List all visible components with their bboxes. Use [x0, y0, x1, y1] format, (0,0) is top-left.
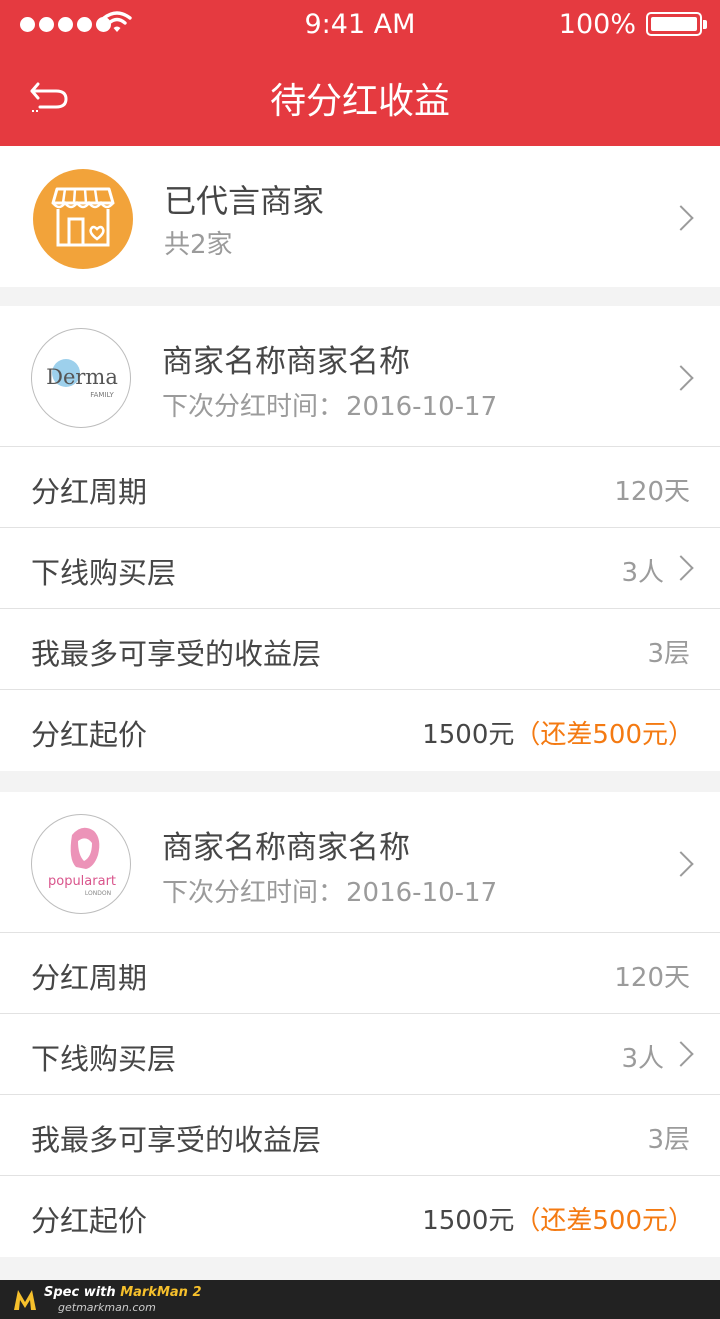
- row-label: 分红起价: [31, 1204, 148, 1238]
- row-value: 1500元（还差500元）: [422, 1200, 694, 1237]
- merchant-logo: popularart LONDON: [31, 814, 131, 914]
- date-value: 2016-10-17: [346, 392, 498, 422]
- battery-icon: [646, 12, 707, 36]
- merchant-logo-sub: LONDON: [85, 890, 111, 897]
- row-value: 120天: [614, 477, 690, 507]
- chevron-right-icon: [672, 1040, 690, 1070]
- row-threshold: 分红起价 1500元（还差500元）: [0, 690, 720, 771]
- page-title: 待分红收益: [269, 81, 450, 122]
- row-label: 我最多可享受的收益层: [31, 637, 322, 671]
- date-label: 下次分红时间：: [162, 878, 345, 908]
- agent-count: 共2家: [164, 230, 233, 260]
- threshold-amount: 1500元: [422, 720, 515, 750]
- merchant-header[interactable]: popularart LONDON 商家名称商家名称 下次分红时间：2016-1…: [0, 792, 720, 933]
- row-label: 分红起价: [31, 718, 148, 752]
- threshold-note: （还差500元）: [514, 1206, 694, 1236]
- row-label: 我最多可享受的收益层: [31, 1123, 322, 1157]
- row-value: 3人: [621, 558, 664, 588]
- next-dividend-date: 下次分红时间：2016-10-17: [162, 872, 497, 909]
- chevron-right-icon: [672, 850, 690, 880]
- threshold-note: （还差500元）: [514, 720, 694, 750]
- merchant-header[interactable]: Derma FAMILY 商家名称商家名称 下次分红时间：2016-10-17: [0, 306, 720, 447]
- brand-name: MarkMan 2: [120, 1285, 202, 1300]
- merchant-name: 商家名称商家名称: [162, 830, 410, 866]
- row-value: 3层: [647, 1125, 690, 1155]
- merchant-card: popularart LONDON 商家名称商家名称 下次分红时间：2016-1…: [0, 792, 720, 1257]
- merchant-name: 商家名称商家名称: [162, 344, 410, 380]
- row-label: 下线购买层: [31, 556, 177, 590]
- markman-footer: Spec with MarkMan 2 getmarkman.com: [0, 1280, 720, 1319]
- merchant-card: Derma FAMILY 商家名称商家名称 下次分红时间：2016-10-17 …: [0, 306, 720, 771]
- row-value: 1500元（还差500元）: [422, 714, 694, 751]
- date-label: 下次分红时间：: [162, 392, 345, 422]
- row-threshold: 分红起价 1500元（还差500元）: [0, 1176, 720, 1257]
- row-label: 分红周期: [31, 475, 148, 509]
- merchant-logo-text: Derma: [46, 365, 118, 389]
- row-label: 分红周期: [31, 961, 148, 995]
- threshold-amount: 1500元: [422, 1206, 515, 1236]
- row-downline[interactable]: 下线购买层 3人: [0, 1014, 720, 1095]
- row-value: 3人: [621, 1044, 664, 1074]
- battery-percent: 100%: [558, 9, 636, 40]
- store-avatar: [33, 169, 133, 269]
- row-max-layer: 我最多可享受的收益层 3层: [0, 1095, 720, 1176]
- row-label: 下线购买层: [31, 1042, 177, 1076]
- row-downline[interactable]: 下线购买层 3人: [0, 528, 720, 609]
- row-max-layer: 我最多可享受的收益层 3层: [0, 609, 720, 690]
- markman-url: getmarkman.com: [58, 1301, 156, 1314]
- next-dividend-date: 下次分红时间：2016-10-17: [162, 386, 497, 423]
- markman-logo-icon: [14, 1290, 36, 1310]
- chevron-right-icon: [672, 554, 690, 584]
- row-dividend-period: 分红周期 120天: [0, 933, 720, 1014]
- store-icon: [51, 187, 115, 247]
- merchant-logo-text: popularart: [48, 874, 116, 889]
- agent-summary-card[interactable]: 已代言商家 共2家: [0, 146, 720, 287]
- chevron-right-icon: [672, 204, 690, 234]
- row-value: 120天: [614, 963, 690, 993]
- brand-prefix: Spec with: [44, 1285, 121, 1300]
- merchant-logo: Derma FAMILY: [31, 328, 131, 428]
- row-dividend-period: 分红周期 120天: [0, 447, 720, 528]
- merchant-logo-sub: FAMILY: [90, 391, 114, 399]
- chevron-right-icon: [672, 364, 690, 394]
- status-bar: 9:41 AM 100%: [0, 0, 720, 48]
- date-value: 2016-10-17: [346, 878, 498, 908]
- agent-title: 已代言商家: [164, 182, 325, 220]
- nav-bar: 待分红收益: [0, 48, 720, 146]
- row-value: 3层: [647, 639, 690, 669]
- markman-brand: Spec with MarkMan 2: [44, 1285, 202, 1300]
